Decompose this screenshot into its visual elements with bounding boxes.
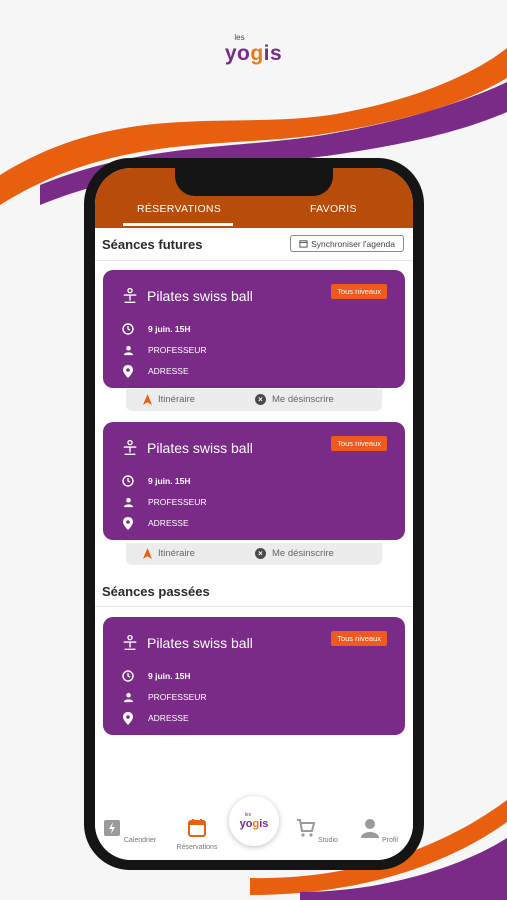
- session-date: 9 juin. 15H: [148, 476, 191, 486]
- unsubscribe-button[interactable]: × Me désinscrire: [255, 394, 334, 405]
- session-teacher: PROFESSEUR: [148, 497, 207, 507]
- calendar-icon: [188, 819, 206, 837]
- nav-reservations[interactable]: Réservations: [167, 818, 227, 851]
- itinerary-button[interactable]: Itinéraire: [143, 548, 195, 559]
- nav-profile[interactable]: Profil: [349, 818, 409, 844]
- level-badge: Tous niveaux: [331, 284, 387, 299]
- yoga-pose-icon: [123, 439, 137, 455]
- navigation-arrow-icon: [143, 394, 152, 405]
- session-title: Pilates swiss ball: [147, 635, 253, 651]
- clock-icon: [121, 322, 135, 336]
- nav-studio[interactable]: Studio: [287, 818, 347, 844]
- yoga-pose-icon: [123, 634, 137, 650]
- nav-calendar[interactable]: Calendrier: [99, 818, 159, 844]
- session-title: Pilates swiss ball: [147, 288, 253, 304]
- session-card[interactable]: Pilates swiss ball Tous niveaux 9 juin. …: [103, 270, 405, 388]
- home-logo-button[interactable]: les yogis: [229, 796, 279, 846]
- app-logo: les yogis: [224, 33, 283, 66]
- level-badge: Tous niveaux: [331, 436, 387, 451]
- tab-favorites[interactable]: FAVORIS: [310, 203, 357, 215]
- session-address: ADRESSE: [148, 518, 189, 528]
- person-icon: [121, 690, 135, 704]
- clock-icon: [121, 474, 135, 488]
- close-circle-icon: ×: [255, 548, 266, 559]
- tab-reservations[interactable]: RÉSERVATIONS: [137, 203, 221, 215]
- itinerary-button[interactable]: Itinéraire: [143, 394, 195, 405]
- yoga-pose-icon: [123, 287, 137, 303]
- session-card[interactable]: Pilates swiss ball Tous niveaux 9 juin. …: [103, 422, 405, 540]
- phone-screen: RÉSERVATIONS FAVORIS Séances futures Syn…: [95, 168, 413, 860]
- location-pin-icon: [121, 516, 135, 530]
- location-pin-icon: [121, 364, 135, 378]
- close-circle-icon: ×: [255, 394, 266, 405]
- phone-notch: [175, 168, 333, 196]
- user-profile-icon: [361, 819, 380, 838]
- session-actions: Itinéraire × Me désinscrire: [126, 389, 382, 411]
- unsubscribe-button[interactable]: × Me désinscrire: [255, 548, 334, 559]
- session-date: 9 juin. 15H: [148, 671, 191, 681]
- person-icon: [121, 495, 135, 509]
- calendar-icon: [299, 240, 308, 248]
- session-actions: Itinéraire × Me désinscrire: [126, 543, 382, 565]
- session-card[interactable]: Pilates swiss ball Tous niveaux 9 juin. …: [103, 617, 405, 735]
- clock-icon: [121, 669, 135, 683]
- session-date: 9 juin. 15H: [148, 324, 191, 334]
- section-divider: [95, 606, 413, 607]
- session-address: ADRESSE: [148, 366, 189, 376]
- bottom-navigation: Calendrier Réservations les yogis Studio…: [95, 796, 413, 860]
- session-teacher: PROFESSEUR: [148, 692, 207, 702]
- level-badge: Tous niveaux: [331, 631, 387, 646]
- session-address: ADRESSE: [148, 713, 189, 723]
- location-pin-icon: [121, 711, 135, 725]
- shopping-cart-icon: [297, 819, 316, 837]
- session-teacher: PROFESSEUR: [148, 345, 207, 355]
- navigation-arrow-icon: [143, 548, 152, 559]
- person-icon: [121, 343, 135, 357]
- sync-calendar-button[interactable]: Synchroniser l'agenda: [290, 235, 404, 252]
- section-title-past: Séances passées: [102, 584, 210, 599]
- section-divider: [95, 260, 413, 261]
- calendar-bolt-icon: [103, 820, 120, 836]
- section-title-future: Séances futures: [102, 237, 203, 252]
- session-title: Pilates swiss ball: [147, 440, 253, 456]
- active-tab-indicator: [123, 223, 233, 226]
